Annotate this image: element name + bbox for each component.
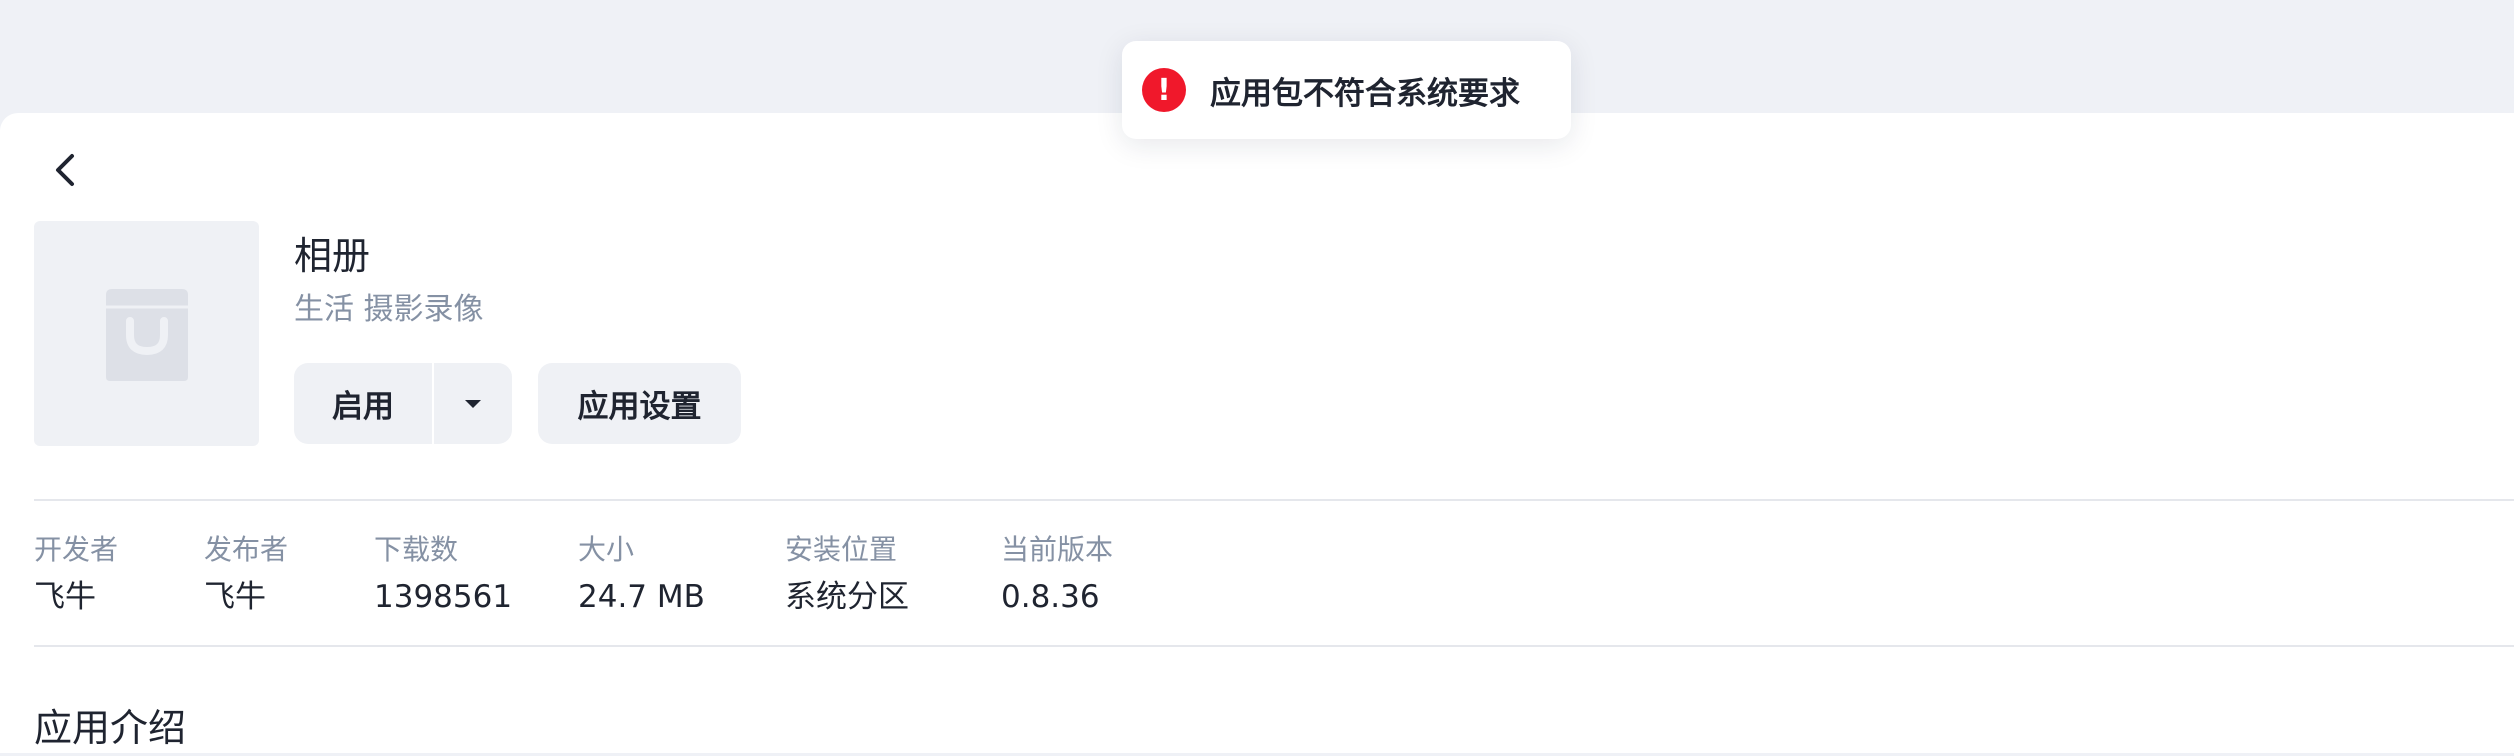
toast-message: 应用包不符合系统要求 — [1210, 75, 1520, 112]
stat-label: 大小 — [578, 533, 635, 566]
stat-label: 安装位置 — [785, 533, 898, 566]
back-button[interactable] — [46, 150, 86, 190]
stat-value: 飞牛 — [34, 579, 96, 615]
stat-install-location: 安装位置 系统分区 — [785, 528, 909, 622]
stat-current-version: 当前版本 0.8.36 — [1001, 528, 1113, 622]
app-categories: 生活 摄影录像 — [294, 292, 484, 327]
enable-dropdown-button[interactable] — [434, 363, 512, 444]
app-icon — [34, 221, 259, 446]
enable-button-group: 启用 — [294, 363, 512, 444]
chevron-left-icon — [56, 154, 74, 186]
caret-down-icon — [465, 399, 481, 408]
error-icon: ! — [1142, 68, 1186, 112]
stat-value: 24.7 MB — [578, 579, 705, 615]
stat-label: 开发者 — [34, 533, 119, 566]
enable-button[interactable]: 启用 — [294, 363, 432, 444]
stat-value: 系统分区 — [785, 579, 909, 615]
stat-size: 大小 24.7 MB — [578, 528, 705, 622]
app-intro-title: 应用介绍 — [34, 706, 187, 750]
app-settings-button[interactable]: 应用设置 — [538, 363, 741, 444]
divider — [34, 499, 2514, 501]
stat-value: 飞牛 — [204, 579, 266, 615]
error-toast: ! 应用包不符合系统要求 — [1122, 41, 1571, 139]
stat-value: 1398561 — [374, 579, 513, 615]
stat-downloads: 下载数 1398561 — [374, 528, 512, 622]
shopping-bag-icon — [105, 288, 188, 381]
stat-publisher: 发布者 飞牛 — [204, 528, 288, 622]
stat-label: 发布者 — [204, 533, 289, 566]
app-name: 相册 — [294, 234, 371, 278]
stat-label: 当前版本 — [1001, 533, 1114, 566]
stat-developer: 开发者 飞牛 — [34, 528, 118, 622]
stat-label: 下载数 — [374, 533, 459, 566]
stat-value: 0.8.36 — [1001, 579, 1100, 615]
divider — [34, 645, 2514, 647]
